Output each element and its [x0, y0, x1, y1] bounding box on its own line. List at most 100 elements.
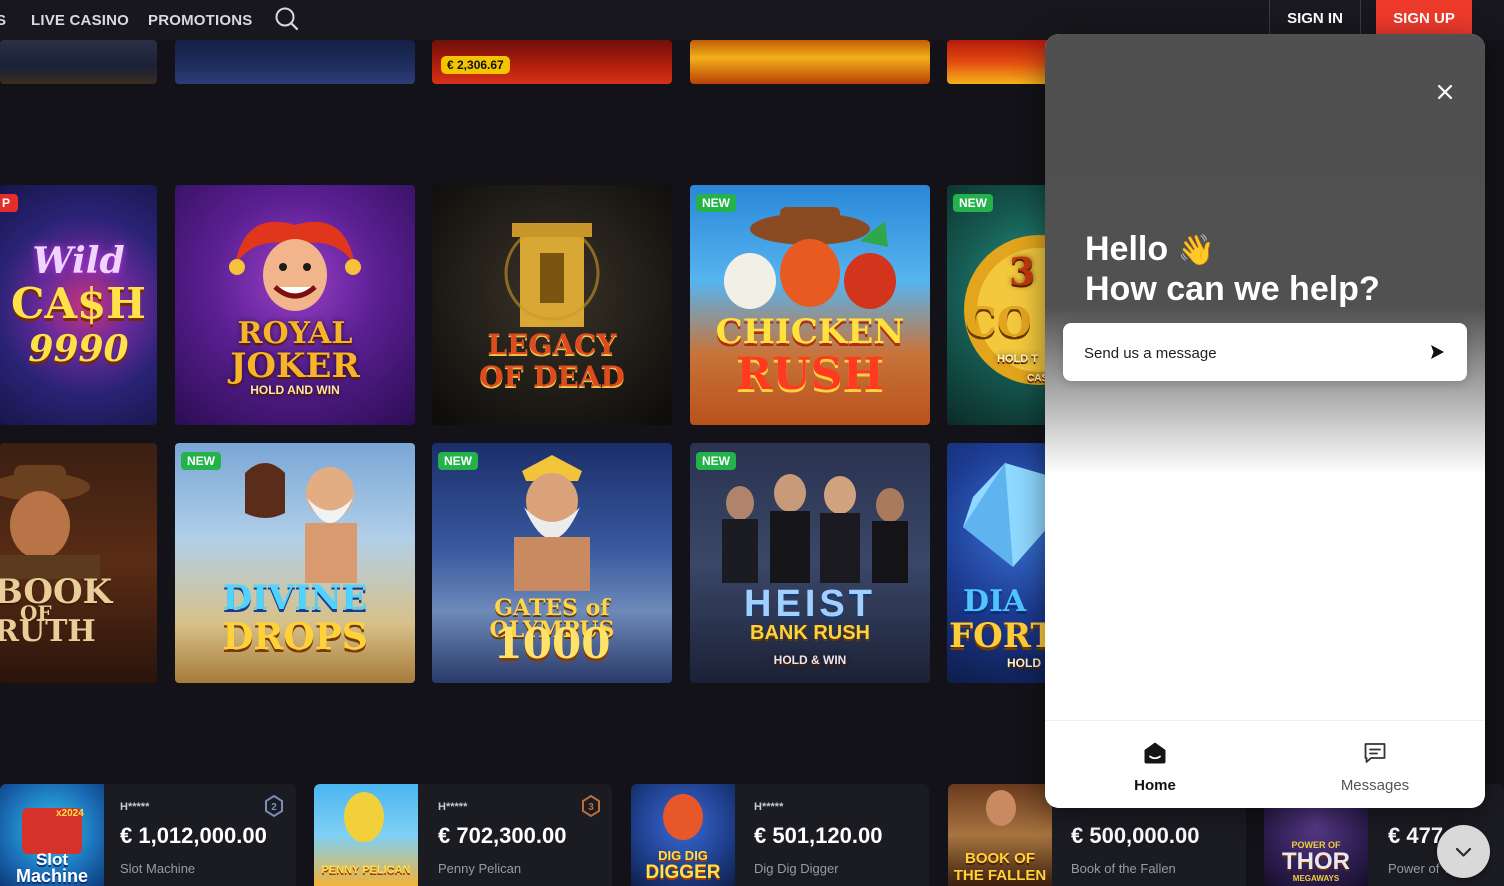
game-art	[175, 40, 415, 84]
messages-icon	[1363, 741, 1387, 765]
nav-item-promotions[interactable]: PROMOTIONS	[148, 12, 253, 29]
new-badge: NEW	[953, 194, 993, 212]
chat-help-heading: How can we help?	[1085, 270, 1380, 308]
chickens-illustration	[724, 207, 896, 309]
chat-launcher-button[interactable]	[1437, 825, 1490, 878]
game-tile-royal-joker[interactable]: ROYAL JOKER HOLD AND WIN	[175, 185, 415, 425]
winner-thumb: BOOK OF THE FALLEN	[948, 784, 1052, 886]
home-icon	[1143, 741, 1167, 765]
digger-graphic	[663, 794, 703, 840]
new-badge: NEW	[438, 452, 478, 470]
winner-card[interactable]: x2024 Slot Machine H***** € 1,012,000.00…	[0, 784, 296, 886]
game-tile-book-of-ruth[interactable]: BOOK OF RUTH	[0, 443, 157, 683]
thumb-text: THOR	[1282, 848, 1350, 875]
game-tile-heist-bank-rush[interactable]: HEIST BANK RUSH HOLD & WIN NEW	[690, 443, 930, 683]
tab-home-label: Home	[1134, 777, 1176, 794]
game-tile-top-1[interactable]	[0, 40, 157, 84]
chat-greeting: Hello 👋	[1085, 228, 1215, 271]
game-title: 3	[1009, 249, 1036, 294]
game-title: DIVINE	[222, 578, 368, 618]
gods-illustration	[245, 463, 357, 583]
game-tile-coins[interactable]: 3 CO HOLD T CAS NEW	[947, 185, 1057, 425]
rank-3-icon: 3	[579, 794, 603, 818]
game-art	[690, 40, 930, 84]
waving-hand-icon: 👋	[1177, 234, 1215, 267]
game-art	[0, 40, 157, 84]
chevron-down-icon	[1455, 847, 1472, 857]
game-tile-top-5[interactable]	[947, 40, 1057, 84]
casino-page: S LIVE CASINO PROMOTIONS SIGN IN SIGN UP…	[0, 0, 1504, 886]
game-title: BANK RUSH	[750, 622, 870, 644]
zeus-illustration	[514, 455, 590, 591]
winner-game-name: Dig Dig Digger	[754, 861, 839, 876]
game-title: DROPS	[222, 616, 368, 658]
thumb-text: Machine	[15, 866, 89, 886]
game-subtitle: HOLD	[1007, 656, 1041, 670]
game-tile-wild-cash[interactable]: Wild CA$H 9990 P	[0, 185, 157, 425]
rank-number: 3	[588, 802, 594, 813]
winner-username: H*****	[754, 801, 784, 813]
game-title: 1000	[493, 619, 611, 668]
winner-amount: € 477	[1388, 823, 1444, 848]
game-subtitle: HOLD T	[997, 353, 1038, 365]
game-title: DIA	[963, 584, 1027, 619]
winner-card[interactable]: DIG DIG DIGGER H***** € 501,120.00 Dig D…	[631, 784, 929, 886]
nav-item-cut[interactable]: S	[0, 12, 6, 29]
game-tile-chicken-rush[interactable]: CHICKEN RUSH NEW	[690, 185, 930, 425]
game-tile-gates-of-olympus[interactable]: GATES of OLYMPUS 1000 NEW	[432, 443, 672, 683]
tab-home[interactable]: Home	[1045, 721, 1265, 808]
winner-game-name: Book of the Fallen	[1071, 861, 1176, 876]
temple-illustration	[504, 223, 600, 327]
robbers-illustration	[722, 474, 908, 583]
tab-messages[interactable]: Messages	[1265, 721, 1485, 808]
send-arrow-icon	[1429, 344, 1445, 360]
game-title: CO	[965, 299, 1032, 346]
game-tile-legacy-of-dead[interactable]: LEGACY OF DEAD	[432, 185, 672, 425]
game-tile-top-2[interactable]	[175, 40, 415, 84]
new-badge: NEW	[696, 194, 736, 212]
game-tile-top-3[interactable]: € 2,306.67	[432, 40, 672, 84]
rank-2-icon: 2	[262, 794, 286, 818]
winner-thumb: x2024 Slot Machine	[0, 784, 104, 886]
support-chat-widget: Hello 👋 How can we help? Send us a messa…	[1045, 34, 1485, 808]
close-icon[interactable]	[1433, 80, 1457, 104]
game-title: Wild	[32, 240, 125, 282]
game-title: HEIST	[744, 583, 876, 625]
rank-number: 2	[271, 802, 277, 813]
game-subtitle: HOLD & WIN	[773, 653, 847, 667]
explorer-graphic	[986, 790, 1016, 826]
search-icon[interactable]	[274, 6, 300, 32]
jackpot-badge: € 2,306.67	[441, 56, 510, 74]
game-title: 9990	[28, 328, 129, 370]
game-tile-divine-drops[interactable]: DIVINE DROPS NEW	[175, 443, 415, 683]
winner-game-name: Penny Pelican	[438, 861, 522, 876]
game-tile-diamond-fortune[interactable]: DIA FORT HOLD	[947, 443, 1057, 683]
game-title: JOKER	[230, 346, 360, 386]
send-message-label: Send us a message	[1084, 345, 1217, 362]
thumb-text: DIG DIG	[658, 848, 708, 863]
thumb-text: BOOK OF	[965, 850, 1035, 867]
hot-badge: P	[0, 194, 19, 212]
game-subtitle: HOLD AND WIN	[250, 383, 340, 397]
winner-card[interactable]: PENNY PELICAN H***** € 702,300.00 Penny …	[314, 784, 612, 886]
thumb-text: PENNY PELICAN	[321, 864, 411, 876]
winner-amount: € 501,120.00	[754, 823, 883, 848]
game-title: RUSH	[735, 349, 885, 400]
winner-game-name: Slot Machine	[120, 861, 196, 876]
game-tile-top-4[interactable]	[690, 40, 930, 84]
chat-nav: Home Messages	[1045, 720, 1485, 808]
winner-amount: € 1,012,000.00	[120, 823, 267, 848]
game-title: CA$H	[11, 279, 146, 328]
winner-amount: € 702,300.00	[438, 823, 567, 848]
game-title: ROYAL	[237, 316, 353, 351]
thumb-text: MEGAWAYS	[1292, 874, 1340, 883]
game-title: OF DEAD	[479, 360, 625, 393]
winner-thumb: DIG DIG DIGGER	[631, 784, 735, 886]
tab-messages-label: Messages	[1340, 777, 1410, 794]
winner-username: H*****	[120, 801, 150, 813]
send-message-button[interactable]: Send us a message	[1063, 323, 1467, 381]
nav-item-live-casino[interactable]: LIVE CASINO	[31, 12, 129, 29]
explorer-illustration	[0, 465, 100, 579]
chat-hello-text: Hello	[1085, 230, 1169, 268]
winner-username: H*****	[438, 801, 468, 813]
